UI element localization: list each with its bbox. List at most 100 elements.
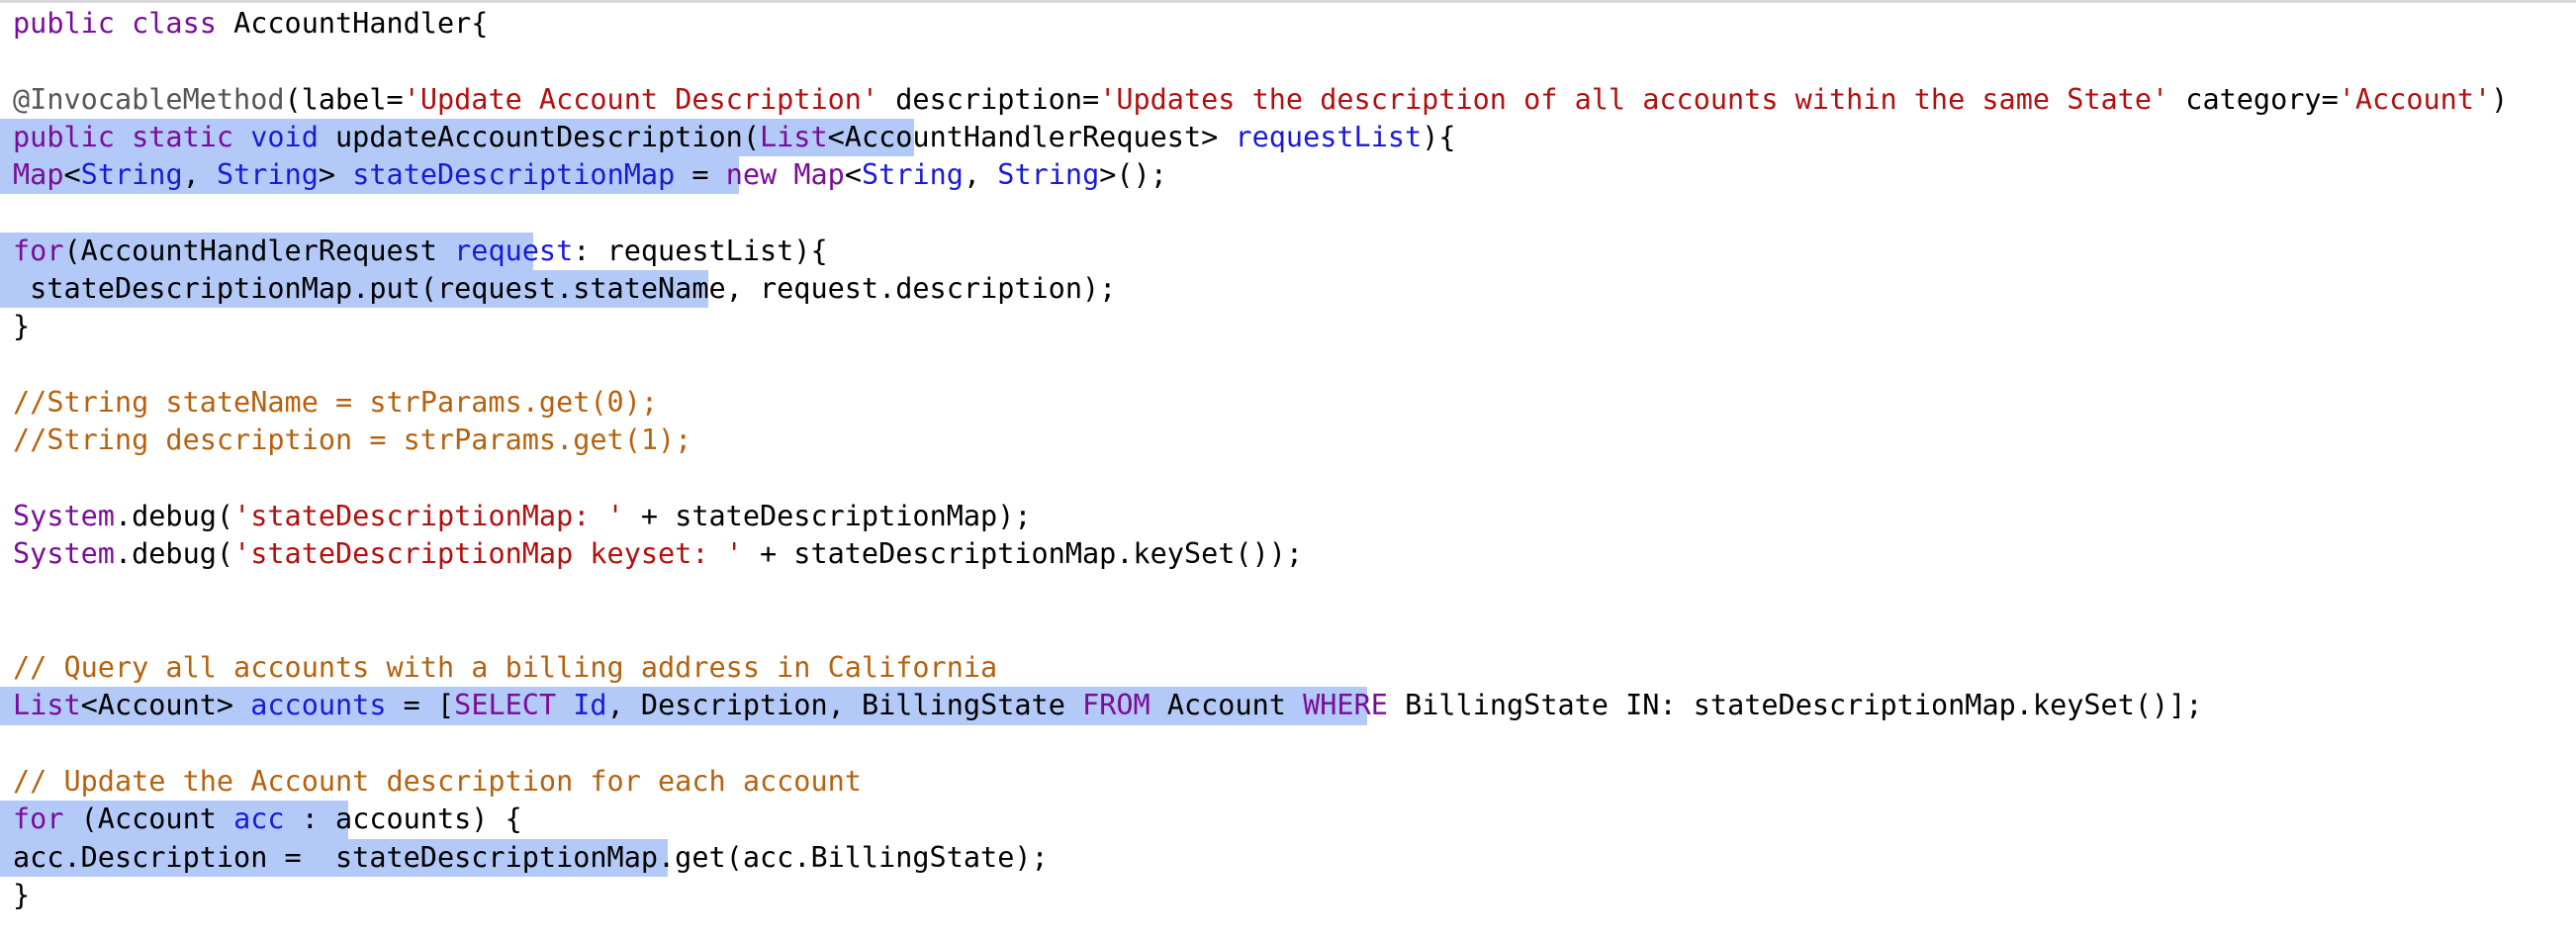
selection-highlight: public static void updateAccountDescript… [0,118,1456,157]
code-token: List [13,689,81,722]
code-token: request [454,234,574,267]
code-token: category= [2168,82,2339,116]
code-token: 'stateDescriptionMap keyset: ' [233,537,743,571]
code-token: .debug( [114,499,234,532]
code-token: accounts [250,689,387,722]
code-token: > [318,158,353,192]
code-token: Account [1166,689,1304,722]
code-token: requestList [1235,120,1423,153]
code-token: String [862,158,964,192]
code-token: < [63,158,81,192]
code-token: description= [878,82,1100,116]
selection-highlight: stateDescriptionMap.put(request.stateNam… [0,270,1116,309]
code-line[interactable]: List<Account> accounts = [SELECT Id, Des… [0,687,2576,725]
code-token: : accounts) { [284,802,522,836]
code-token: acc.Description = stateDescriptionMap.ge… [13,840,1049,874]
code-line[interactable] [0,194,2576,232]
code-line[interactable]: //String stateName = strParams.get(0); [0,384,2576,422]
code-token: = [ [386,689,455,722]
code-line[interactable]: public class AccountHandler{ [0,5,2576,43]
selection-highlight: for(AccountHandlerRequest request: reque… [0,232,828,271]
code-token: String [216,158,319,192]
code-token: ) [2491,82,2509,116]
code-line[interactable] [0,612,2576,649]
code-line[interactable] [0,346,2576,384]
code-token: @InvocableMethod [13,82,285,116]
code-token: System [13,537,115,571]
code-line[interactable]: System.debug('stateDescriptionMap: ' + s… [0,498,2576,535]
code-token: new [725,158,794,192]
code-token: 'Account' [2338,82,2492,116]
code-token: BillingState IN: stateDescriptionMap.key… [1405,689,2203,722]
code-token: FROM [1082,689,1167,722]
code-token: (AccountHandlerRequest [63,234,455,267]
selection-highlight: for (Account acc : accounts) { [0,801,522,839]
code-token: } [13,310,31,343]
code-token: .debug( [114,537,234,571]
code-token: + stateDescriptionMap.keySet()); [742,537,1304,571]
code-line[interactable]: acc.Description = stateDescriptionMap.ge… [0,838,2576,877]
code-token: Map [13,158,64,192]
code-line[interactable] [0,43,2576,80]
top-border [0,0,2576,3]
code-line[interactable]: public static void updateAccountDescript… [0,118,2576,157]
code-line[interactable]: //String description = strParams.get(1); [0,422,2576,459]
code-token: , [182,158,217,192]
code-token: String [997,158,1100,192]
code-token: 'Update Account Description' [403,82,879,116]
code-line[interactable] [0,573,2576,611]
code-token: (label= [284,82,404,116]
code-line[interactable]: // Update the Account description for ea… [0,763,2576,801]
code-token: AccountHandler{ [233,7,489,40]
code-token: void [250,120,336,153]
code-token: WHERE [1303,689,1406,722]
code-token: <Account> [80,689,251,722]
selection-highlight: List<Account> accounts = [SELECT Id, Des… [0,687,2203,725]
code-line[interactable]: stateDescriptionMap.put(request.stateNam… [0,270,2576,309]
code-token: >(); [1099,158,1167,192]
code-line[interactable]: } [0,877,2576,914]
code-token: stateDescriptionMap.put(request.stateNam… [13,272,1117,306]
code-token: = [675,158,726,192]
code-token: //String stateName = strParams.get(0); [13,385,659,419]
code-token: 'Updates the description of all accounts… [1099,82,2169,116]
code-token: SELECT [454,689,574,722]
code-token: ){ [1422,120,1456,153]
code-token: acc [233,802,285,836]
code-token: 'stateDescriptionMap: ' [233,499,624,532]
code-line[interactable]: for (Account acc : accounts) { [0,801,2576,839]
code-token: < [844,158,863,192]
code-line[interactable] [0,725,2576,763]
code-line[interactable]: // Query all accounts with a billing add… [0,649,2576,687]
code-token: updateAccountDescription( [335,120,760,153]
code-token: , [963,158,998,192]
code-token: Id [573,689,607,722]
code-token: <AccountHandlerRequest> [827,120,1236,153]
code-token: + stateDescriptionMap); [623,499,1032,532]
code-token: // Update the Account description for ea… [13,764,862,798]
code-token: public class [13,7,234,40]
code-token: } [13,878,31,911]
code-token: public static [13,120,251,153]
code-line[interactable]: System.debug('stateDescriptionMap keyset… [0,535,2576,573]
code-token: stateDescriptionMap [352,158,676,192]
code-line[interactable]: @InvocableMethod(label='Update Account D… [0,81,2576,119]
code-token: for [13,234,64,267]
code-token: , Description, BillingState [606,689,1083,722]
code-line[interactable] [0,460,2576,498]
code-token: String [80,158,183,192]
code-line[interactable]: } [0,308,2576,345]
selection-highlight: Map<String, String> stateDescriptionMap … [0,156,1167,195]
code-line[interactable]: for(AccountHandlerRequest request: reque… [0,232,2576,271]
code-token: Map [793,158,845,192]
selection-highlight: acc.Description = stateDescriptionMap.ge… [0,838,1049,877]
code-token: for [13,802,81,836]
code-token: System [13,499,115,532]
code-token: List [759,120,828,153]
code-line[interactable]: Map<String, String> stateDescriptionMap … [0,156,2576,195]
code-token: //String description = strParams.get(1); [13,424,692,457]
code-token: : requestList){ [573,234,828,267]
code-editor[interactable]: public class AccountHandler{ @InvocableMe… [0,5,2576,944]
code-token: (Account [80,802,234,836]
code-token: // Query all accounts with a billing add… [13,651,998,685]
